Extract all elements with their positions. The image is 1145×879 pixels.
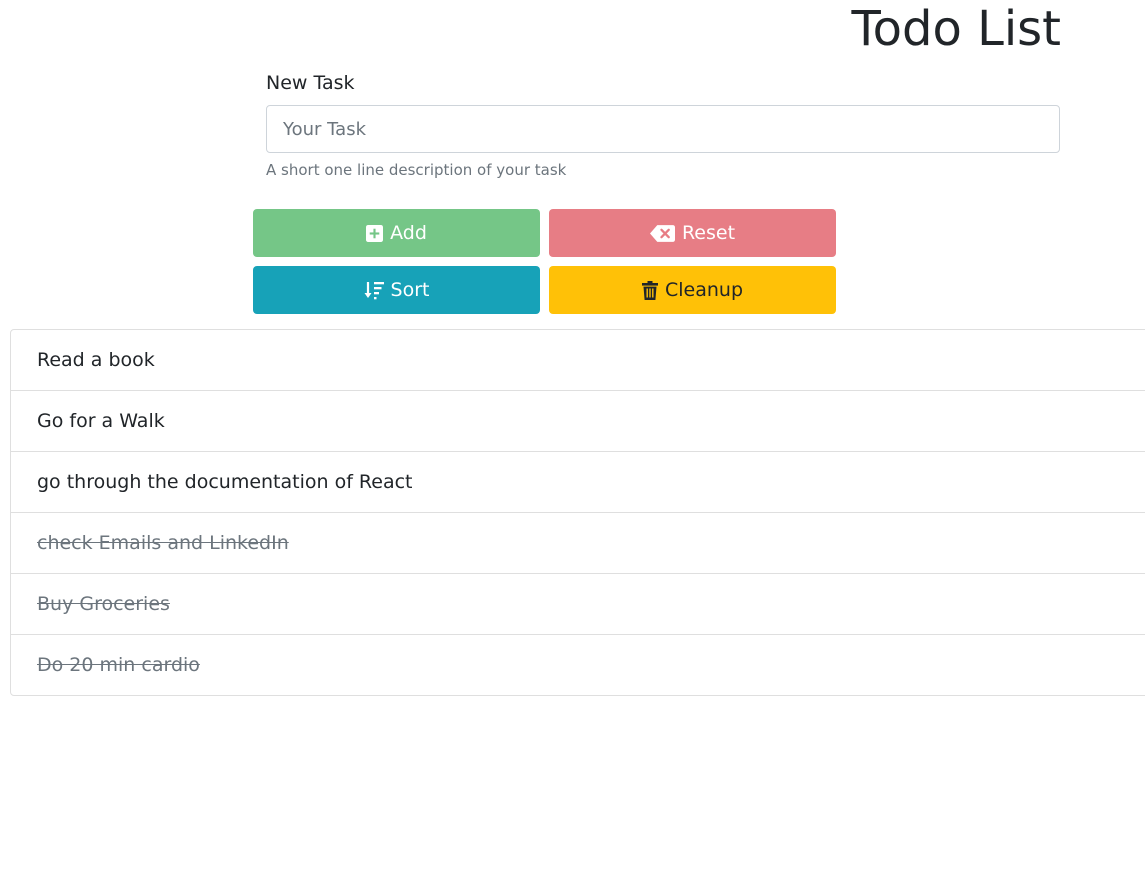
task-item[interactable]: check Emails and LinkedIn — [11, 513, 1145, 574]
reset-button-label: Reset — [681, 222, 736, 244]
trash-icon — [641, 280, 658, 300]
backspace-icon — [649, 224, 675, 242]
task-help-text: A short one line description of your tas… — [266, 161, 567, 179]
new-task-form: New Task A short one line description of… — [266, 68, 1060, 179]
cleanup-button[interactable]: Cleanup — [549, 266, 836, 314]
sort-button[interactable]: Sort — [253, 266, 540, 314]
new-task-label: New Task — [266, 72, 355, 94]
cleanup-button-label: Cleanup — [664, 279, 744, 301]
plus-square-icon — [366, 224, 384, 242]
task-list: Read a book Go for a Walk go through the d… — [10, 329, 1145, 696]
page-title: Todo List — [851, 1, 1061, 57]
sort-down-icon — [364, 281, 384, 299]
task-item[interactable]: Buy Groceries — [11, 574, 1145, 635]
task-item[interactable]: Do 20 min cardio — [11, 635, 1145, 695]
reset-button[interactable]: Reset — [549, 209, 836, 257]
task-item[interactable]: go through the documentation of React — [11, 452, 1145, 513]
task-input[interactable] — [266, 105, 1060, 153]
todo-app: Todo List New Task A short one line desc… — [0, 0, 1145, 879]
task-item[interactable]: Read a book — [11, 330, 1145, 391]
sort-button-label: Sort — [390, 279, 430, 301]
task-item[interactable]: Go for a Walk — [11, 391, 1145, 452]
add-button[interactable]: Add — [253, 209, 540, 257]
add-button-label: Add — [390, 222, 427, 244]
